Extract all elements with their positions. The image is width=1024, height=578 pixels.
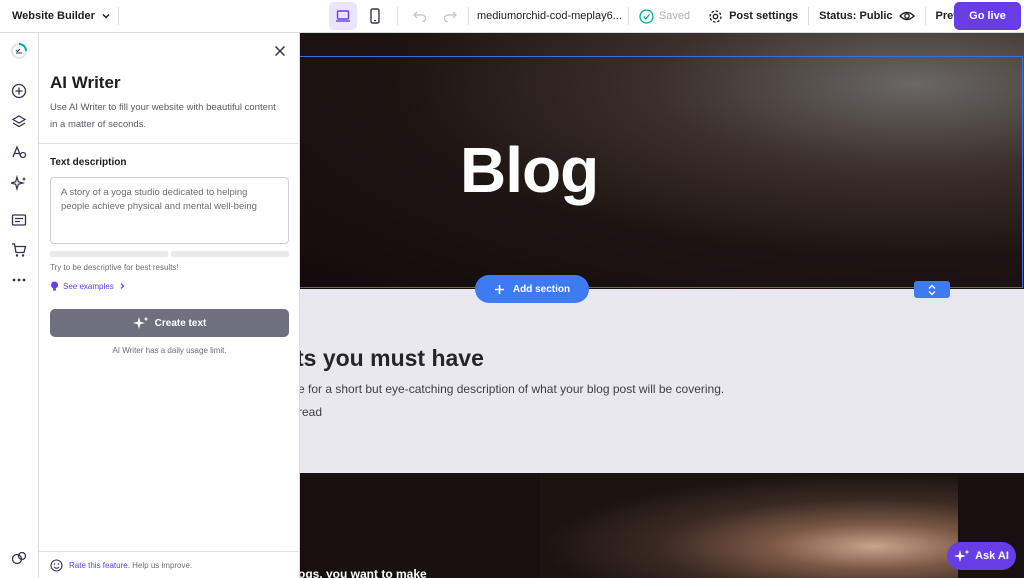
divider <box>924 7 926 25</box>
sparkles-icon <box>954 549 970 562</box>
section-heading: ts you must have <box>300 345 484 371</box>
ask-ai-button[interactable]: Ask AI <box>947 542 1016 570</box>
divider <box>118 7 119 25</box>
laptop-icon <box>336 10 350 22</box>
phone-icon <box>370 8 380 24</box>
status-label: Status: Public <box>819 10 893 22</box>
ask-ai-label: Ask AI <box>975 550 1009 562</box>
panel-intro: Use AI Writer to fill your website with … <box>50 102 276 130</box>
divider <box>808 7 810 25</box>
redo-icon <box>443 11 457 22</box>
smiley-icon <box>50 559 63 572</box>
mobile-view-button[interactable] <box>361 2 389 30</box>
panel-title: AI Writer <box>50 73 121 92</box>
image-section[interactable]: ogs, you want to make <box>300 473 1024 578</box>
store-cart-icon[interactable] <box>9 240 29 260</box>
lightbulb-icon <box>51 281 58 291</box>
ai-sparkles-icon[interactable] <box>9 173 29 193</box>
brand-label: Website Builder <box>12 10 95 22</box>
divider <box>39 551 300 552</box>
go-live-button[interactable]: Go live <box>954 2 1021 30</box>
saved-status: Saved <box>639 8 691 24</box>
redo-button[interactable] <box>438 4 462 28</box>
rate-suffix: Help us improve. <box>132 561 193 570</box>
usage-limit-note: AI Writer has a daily usage limit. <box>112 346 227 355</box>
website-builder-menu[interactable]: Website Builder <box>0 10 118 22</box>
more-icon[interactable] <box>9 270 29 290</box>
text-description-input[interactable]: A story of a yoga studio dedicated to he… <box>50 177 289 244</box>
ai-writer-panel: AI Writer Use AI Writer to fill your web… <box>39 33 300 578</box>
text-description-label: Text description <box>50 157 127 168</box>
site-url[interactable]: mediumorchid-cod-meplay6... <box>477 10 622 22</box>
layers-icon[interactable] <box>9 112 29 132</box>
chevron-down-icon <box>102 13 110 19</box>
saved-label: Saved <box>658 10 691 22</box>
left-rail <box>0 33 39 578</box>
read-time: read <box>300 405 323 419</box>
hint-text: Try to be descriptive for best results! <box>50 263 179 272</box>
styles-icon[interactable] <box>9 142 29 162</box>
sparkles-icon <box>132 316 149 329</box>
section-selection-outline <box>300 56 1023 288</box>
check-circle-icon <box>639 8 654 24</box>
add-element-icon[interactable] <box>9 81 29 101</box>
progress-icon[interactable] <box>9 41 29 61</box>
divider <box>39 143 300 144</box>
image-section-text: ogs, you want to make <box>300 567 427 578</box>
hero-title[interactable]: Blog <box>460 133 599 207</box>
close-icon <box>274 45 286 57</box>
see-examples-link[interactable]: See examples <box>50 281 126 291</box>
close-panel-button[interactable] <box>272 43 288 59</box>
help-icon[interactable] <box>9 548 29 568</box>
undo-button[interactable] <box>408 4 432 28</box>
gear-icon <box>709 9 722 23</box>
chevron-up-down-icon <box>928 284 936 295</box>
section-resize-handle[interactable] <box>914 281 950 298</box>
create-text-label: Create text <box>154 317 207 329</box>
divider <box>468 7 469 25</box>
eye-icon <box>898 11 915 21</box>
section-description: e for a short but eye-catching descripti… <box>300 382 725 396</box>
rate-feature: Rate this feature. Help us improve. <box>50 559 192 572</box>
hand-image <box>540 473 958 578</box>
plus-icon <box>494 284 504 294</box>
desktop-view-button[interactable] <box>329 2 357 30</box>
strength-meter <box>50 251 289 257</box>
chevron-right-icon <box>120 283 125 289</box>
post-settings-button[interactable]: Post settings <box>708 9 798 24</box>
status-button[interactable]: Status: Public <box>819 10 915 22</box>
blog-list-section[interactable]: ts you must have e for a short but eye-c… <box>300 289 1024 473</box>
add-section-button[interactable]: Add section <box>475 275 589 303</box>
add-section-label: Add section <box>512 283 571 295</box>
post-settings-label: Post settings <box>729 10 799 22</box>
rate-feature-link[interactable]: Rate this feature. <box>69 561 130 570</box>
see-examples-label: See examples <box>63 281 114 291</box>
page-canvas: Blog ts you must have e for a short but … <box>300 33 1024 578</box>
divider <box>397 7 398 25</box>
divider <box>627 7 629 25</box>
undo-icon <box>413 11 427 22</box>
top-bar: Website Builder mediumorchid-cod-meplay6… <box>0 0 1024 33</box>
blog-icon[interactable] <box>9 210 29 230</box>
create-text-button[interactable]: Create text <box>50 309 289 337</box>
